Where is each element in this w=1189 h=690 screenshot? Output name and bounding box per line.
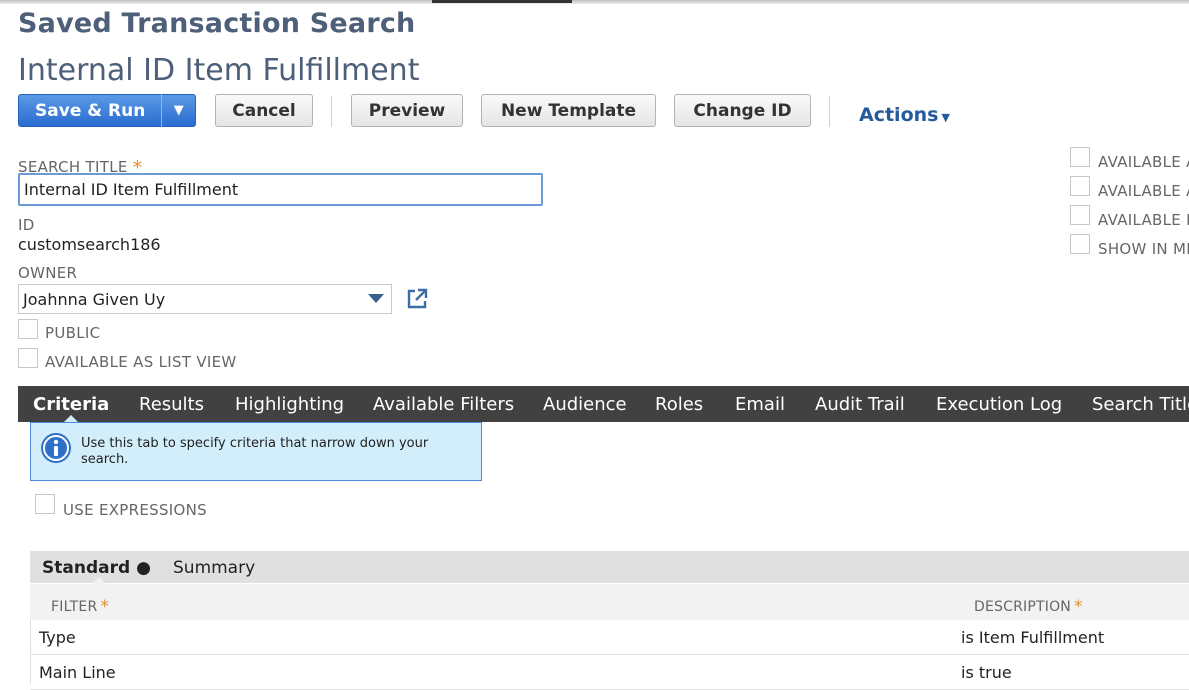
tab-search-title[interactable]: Search Title (1092, 394, 1189, 415)
subtab-standard[interactable]: Standard ● (42, 558, 151, 578)
modified-dot-icon: ● (136, 558, 151, 578)
actions-menu[interactable]: Actions ▼ (859, 104, 950, 126)
required-marker: * (1073, 597, 1083, 617)
save-run-button[interactable]: Save & Run ▼ (18, 94, 196, 127)
tab-results[interactable]: Results (139, 394, 204, 415)
info-message: Use this tab to specify criteria that na… (30, 422, 482, 481)
subtab-standard-label[interactable]: Standard (42, 558, 130, 578)
top-strip-accent (432, 0, 572, 3)
criteria-grid-header: FILTER * DESCRIPTION * (30, 584, 1189, 620)
right-option-checkbox[interactable] (1070, 176, 1090, 196)
new-template-button[interactable]: New Template (481, 94, 656, 127)
filter-cell[interactable]: Type (39, 628, 76, 647)
cancel-button[interactable]: Cancel (215, 94, 313, 127)
criteria-subtab-bar: Standard ● Summary (30, 551, 1189, 583)
owner-label: OWNER (18, 264, 78, 282)
right-option-label: AVAILABLE A (1098, 153, 1189, 171)
toolbar-divider (829, 96, 830, 127)
record-title: Internal ID Item Fulfillment (18, 53, 420, 88)
column-header-description-label: DESCRIPTION (974, 599, 1071, 615)
tab-highlighting[interactable]: Highlighting (235, 394, 344, 415)
required-marker: * (100, 597, 110, 617)
main-tab-bar: Criteria Results Highlighting Available … (18, 386, 1189, 422)
tab-email[interactable]: Email (735, 394, 785, 415)
right-option-checkbox[interactable] (1070, 234, 1090, 254)
owner-select[interactable]: Joahnna Given Uy (18, 284, 392, 314)
chevron-down-icon[interactable] (368, 294, 384, 303)
info-icon (41, 433, 71, 463)
public-checkbox[interactable] (18, 319, 38, 339)
save-run-menu-caret[interactable]: ▼ (161, 94, 195, 127)
tab-criteria[interactable]: Criteria (33, 394, 109, 415)
actions-label[interactable]: Actions (859, 104, 938, 126)
column-header-description: DESCRIPTION * (974, 596, 1083, 617)
list-view-label: AVAILABLE AS LIST VIEW (45, 353, 237, 371)
change-id-button[interactable]: Change ID (674, 94, 811, 127)
right-option-checkbox[interactable] (1070, 147, 1090, 167)
right-option-label: AVAILABLE I (1098, 211, 1189, 229)
actions-caret-icon[interactable]: ▼ (941, 111, 949, 124)
info-text: Use this tab to specify criteria that na… (81, 436, 429, 467)
tab-roles[interactable]: Roles (655, 394, 703, 415)
tab-available-filters[interactable]: Available Filters (373, 394, 514, 415)
preview-button[interactable]: Preview (351, 94, 463, 127)
right-option-checkbox[interactable] (1070, 205, 1090, 225)
id-value: customsearch186 (18, 235, 161, 254)
save-run-label[interactable]: Save & Run (19, 101, 161, 121)
toolbar-divider (331, 96, 332, 127)
filter-cell[interactable]: Main Line (39, 663, 116, 682)
grid-left-border (30, 620, 31, 684)
subtab-summary[interactable]: Summary (173, 558, 255, 578)
description-cell[interactable]: is true (961, 663, 1012, 682)
tab-execution-log[interactable]: Execution Log (936, 394, 1062, 415)
open-external-icon[interactable] (405, 287, 429, 311)
use-expressions-checkbox[interactable] (35, 494, 55, 514)
list-view-checkbox[interactable] (18, 348, 38, 368)
id-label: ID (18, 216, 35, 234)
tab-audience[interactable]: Audience (543, 394, 627, 415)
table-row[interactable]: Main Line is true (30, 655, 1189, 690)
description-cell[interactable]: is Item Fulfillment (961, 628, 1104, 647)
owner-select-value[interactable]: Joahnna Given Uy (23, 290, 165, 309)
column-header-filter-label: FILTER (51, 599, 98, 615)
browser-top-strip (0, 0, 1189, 4)
right-option-label: AVAILABLE A (1098, 182, 1189, 200)
right-option-label: SHOW IN MI (1098, 240, 1189, 258)
table-row[interactable]: Type is Item Fulfillment (30, 620, 1189, 655)
page-header: Saved Transaction Search (18, 8, 416, 39)
public-label: PUBLIC (45, 324, 101, 342)
column-header-filter: FILTER * (51, 596, 110, 617)
search-title-input[interactable] (18, 173, 543, 206)
use-expressions-label: USE EXPRESSIONS (63, 501, 207, 519)
active-subtab-pointer (92, 577, 106, 584)
tab-audit-trail[interactable]: Audit Trail (815, 394, 905, 415)
